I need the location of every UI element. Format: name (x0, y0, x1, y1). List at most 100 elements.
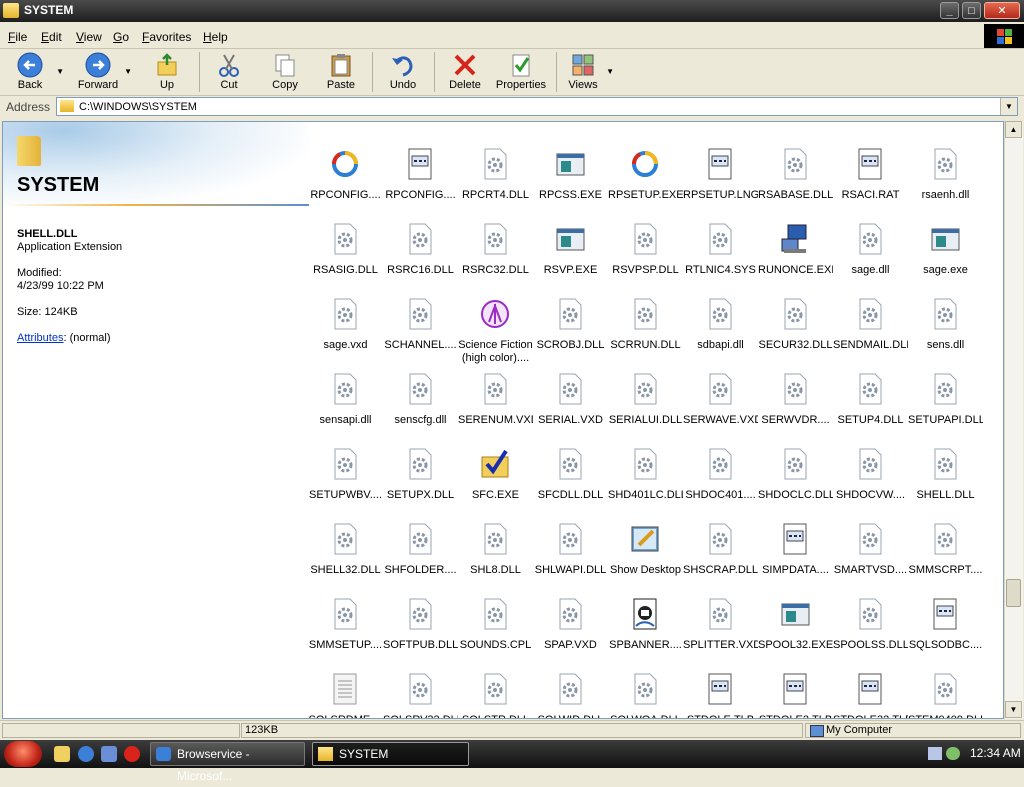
attributes-link[interactable]: Attributes (17, 332, 63, 344)
file-item[interactable]: SHLWAPI.DLL (533, 501, 608, 576)
task-browservice[interactable]: Browservice - Microsof... (150, 742, 305, 783)
file-item[interactable]: STDOLE32.TLB (833, 651, 908, 718)
undo-button[interactable]: Undo (380, 49, 426, 95)
file-item[interactable]: SPOOL32.EXE (758, 576, 833, 651)
file-item[interactable]: SHELL.DLL (908, 426, 983, 501)
file-item[interactable]: SCROBJ.DLL (533, 276, 608, 351)
maximize-button[interactable]: □ (962, 2, 981, 19)
forward-dropdown-arrow[interactable]: ▼ (124, 67, 132, 76)
file-item[interactable]: SQLWID.DLL (533, 651, 608, 718)
file-item[interactable]: SETUPAPI.DLL (908, 351, 983, 426)
close-button[interactable]: ✕ (984, 2, 1020, 19)
file-item[interactable]: SQLSRV32.DLL (383, 651, 458, 718)
menu-edit[interactable]: Edit (41, 30, 62, 44)
file-item[interactable]: RSVP.EXE (533, 201, 608, 276)
file-item[interactable]: RUNONCE.EXE (758, 201, 833, 276)
address-input[interactable]: C:\WINDOWS\SYSTEM ▼ (56, 97, 1018, 116)
file-item[interactable]: SHDOCVW.... (833, 426, 908, 501)
file-item[interactable]: SECUR32.DLL (758, 276, 833, 351)
file-item[interactable]: SMMSCRPT.... (908, 501, 983, 576)
start-button[interactable] (4, 741, 42, 767)
quick-launch-windows-icon[interactable] (101, 746, 117, 762)
vertical-scrollbar[interactable]: ▲ ▼ (1004, 121, 1023, 719)
scroll-down-button[interactable]: ▼ (1005, 701, 1022, 718)
task-system[interactable]: SYSTEM (312, 742, 469, 766)
file-item[interactable]: RSABASE.DLL (758, 126, 833, 201)
file-item[interactable]: SERIALUI.DLL (608, 351, 683, 426)
menu-favorites[interactable]: Favorites (142, 30, 191, 44)
file-item[interactable]: SQLWOA.DLL (608, 651, 683, 718)
file-item[interactable]: SERWAVE.VXD (683, 351, 758, 426)
file-item[interactable]: RSRC32.DLL (458, 201, 533, 276)
file-item[interactable]: Science Fiction (high color).... (458, 276, 533, 364)
file-item[interactable]: sage.exe (908, 201, 983, 276)
file-item[interactable]: RPCSS.EXE (533, 126, 608, 201)
file-item[interactable]: RSVPSP.DLL (608, 201, 683, 276)
file-item[interactable]: SQLSTR.DLL (458, 651, 533, 718)
file-item[interactable]: SHD401LC.DLL (608, 426, 683, 501)
menu-file[interactable]: File (8, 30, 27, 44)
properties-button[interactable]: Properties (494, 49, 548, 95)
file-item[interactable]: SPOOLSS.DLL (833, 576, 908, 651)
file-item[interactable]: sens.dll (908, 276, 983, 351)
clock[interactable]: 12:34 AM (970, 746, 1021, 760)
views-dropdown-arrow[interactable]: ▼ (606, 67, 614, 76)
file-item[interactable]: RPCONFIG.... (383, 126, 458, 201)
volume-icon[interactable] (946, 747, 960, 760)
file-item[interactable]: RSRC16.DLL (383, 201, 458, 276)
file-item[interactable]: SHFOLDER.... (383, 501, 458, 576)
file-item[interactable]: SPLITTER.VXD (683, 576, 758, 651)
up-button[interactable]: Up (146, 49, 188, 95)
file-item[interactable]: SMARTVSD.... (833, 501, 908, 576)
file-item[interactable]: SCRRUN.DLL (608, 276, 683, 351)
file-item[interactable]: SETUPX.DLL (383, 426, 458, 501)
file-item[interactable]: SETUPWBV.... (308, 426, 383, 501)
views-button[interactable]: Views ▼ (562, 49, 614, 95)
file-item[interactable]: SQLSODBC.... (908, 576, 983, 651)
file-item[interactable]: RPSETUP.EXE (608, 126, 683, 201)
forward-button[interactable]: Forward ▼ (74, 49, 132, 95)
file-item[interactable]: RPCRT4.DLL (458, 126, 533, 201)
file-item[interactable]: SHDOCLC.DLL (758, 426, 833, 501)
file-item[interactable]: SHDOC401.... (683, 426, 758, 501)
menu-view[interactable]: View (76, 30, 102, 44)
back-dropdown-arrow[interactable]: ▼ (56, 67, 64, 76)
scroll-thumb[interactable] (1006, 579, 1021, 607)
file-item[interactable]: SERENUM.VXD (458, 351, 533, 426)
menu-help[interactable]: Help (203, 30, 228, 44)
file-item[interactable]: SFCDLL.DLL (533, 426, 608, 501)
file-item[interactable]: SQLSRDME.... (308, 651, 383, 718)
delete-button[interactable]: Delete (442, 49, 488, 95)
file-item[interactable]: sensapi.dll (308, 351, 383, 426)
file-item[interactable]: Show Desktop (608, 501, 683, 576)
file-item[interactable]: SMMSETUP.... (308, 576, 383, 651)
file-item[interactable]: SPAP.VXD (533, 576, 608, 651)
file-item[interactable]: SOFTPUB.DLL (383, 576, 458, 651)
scroll-up-button[interactable]: ▲ (1005, 121, 1022, 138)
file-item[interactable]: SCHANNEL.... (383, 276, 458, 351)
file-item[interactable]: SERWVDR.... (758, 351, 833, 426)
copy-button[interactable]: Copy (262, 49, 308, 95)
file-item[interactable]: SPBANNER.... (608, 576, 683, 651)
file-item[interactable]: SENDMAIL.DLL (833, 276, 908, 351)
file-item[interactable]: SETUP4.DLL (833, 351, 908, 426)
menu-go[interactable]: Go (113, 30, 129, 44)
file-item[interactable]: RPCONFIG.... (308, 126, 383, 201)
quick-launch-pen-icon[interactable] (54, 746, 70, 762)
file-item[interactable]: SOUNDS.CPL (458, 576, 533, 651)
file-item[interactable]: sage.dll (833, 201, 908, 276)
file-item[interactable]: STDOLE.TLB (683, 651, 758, 718)
minimize-button[interactable]: _ (940, 2, 959, 19)
file-item[interactable]: STDOLE2.TLB (758, 651, 833, 718)
quick-launch-ie-icon[interactable] (78, 746, 94, 762)
file-item[interactable]: SHSCRAP.DLL (683, 501, 758, 576)
file-item[interactable]: rsaenh.dll (908, 126, 983, 201)
file-item[interactable]: STEM0409.DLL (908, 651, 983, 718)
address-dropdown-button[interactable]: ▼ (1000, 98, 1017, 115)
back-button[interactable]: Back ▼ (6, 49, 64, 95)
file-item[interactable]: senscfg.dll (383, 351, 458, 426)
paste-button[interactable]: Paste (318, 49, 364, 95)
file-item[interactable]: SIMPDATA.... (758, 501, 833, 576)
file-item[interactable]: RSASIG.DLL (308, 201, 383, 276)
file-item[interactable]: sdbapi.dll (683, 276, 758, 351)
